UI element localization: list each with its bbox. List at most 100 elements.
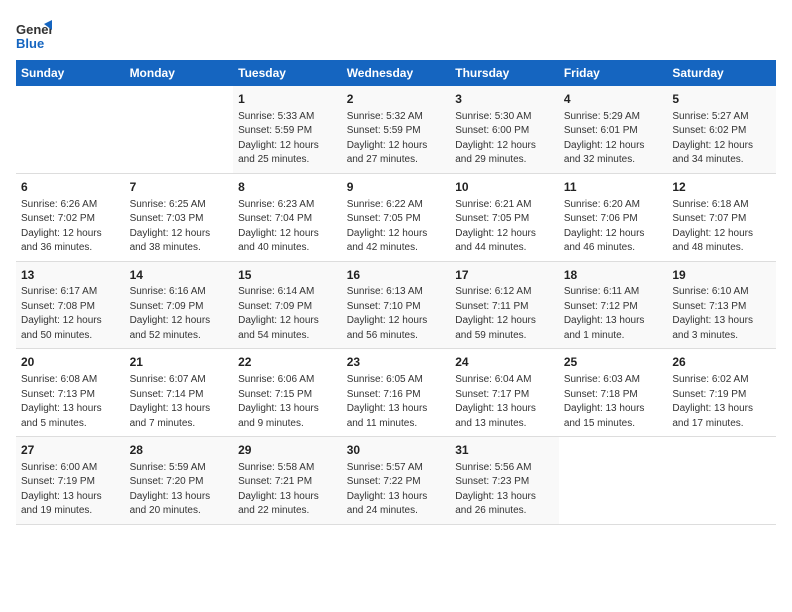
calendar-cell: 30 Sunrise: 5:57 AM Sunset: 7:22 PM Dayli…: [342, 437, 451, 525]
day-info: Sunrise: 6:16 AM Sunset: 7:09 PM Dayligh…: [130, 285, 229, 343]
calendar-cell: 27Sunrise: 6:00 AM Sunset: 7:19 PM Dayli…: [16, 437, 125, 525]
day-number: 2: [347, 91, 446, 108]
day-info: Sunrise: 6:04 AM Sunset: 7:17 PM Dayligh…: [455, 373, 554, 431]
day-number: 4: [564, 91, 663, 108]
day-info: Sunrise: 6:12 AM Sunset: 7:11 PM Dayligh…: [455, 285, 554, 343]
day-number: 1: [238, 91, 337, 108]
calendar-cell: 11Sunrise: 6:20 AM Sunset: 7:06 PM Dayli…: [559, 173, 668, 261]
day-number: 18: [564, 267, 663, 284]
calendar-cell: 10 Sunrise: 6:21 AM Sunset: 7:05 PM Dayli…: [450, 173, 559, 261]
day-info: Sunrise: 6:13 AM Sunset: 7:10 PM Dayligh…: [347, 285, 446, 343]
day-number: 15: [238, 267, 337, 284]
day-info: Sunrise: 6:06 AM Sunset: 7:15 PM Dayligh…: [238, 373, 337, 431]
day-number: 10: [455, 179, 554, 196]
day-info: Sunrise: 6:17 AM Sunset: 7:08 PM Dayligh…: [21, 285, 120, 343]
calendar-cell: 28 Sunrise: 5:59 AM Sunset: 7:20 PM Dayli…: [125, 437, 234, 525]
header-row: SundayMondayTuesdayWednesdayThursdayFrid…: [16, 60, 776, 86]
calendar-cell: 16Sunrise: 6:13 AM Sunset: 7:10 PM Dayli…: [342, 261, 451, 349]
day-info: Sunrise: 6:26 AM Sunset: 7:02 PM Dayligh…: [21, 198, 120, 256]
day-number: 28: [130, 442, 229, 459]
header-cell-wednesday: Wednesday: [342, 60, 451, 86]
calendar-week-3: 13Sunrise: 6:17 AM Sunset: 7:08 PM Dayli…: [16, 261, 776, 349]
calendar-cell: 23 Sunrise: 6:05 AM Sunset: 7:16 PM Dayli…: [342, 349, 451, 437]
logo: General Blue: [16, 16, 52, 52]
day-info: Sunrise: 6:11 AM Sunset: 7:12 PM Dayligh…: [564, 285, 663, 343]
calendar-cell: 6 Sunrise: 6:26 AM Sunset: 7:02 PM Daylig…: [16, 173, 125, 261]
calendar-cell: 18Sunrise: 6:11 AM Sunset: 7:12 PM Dayli…: [559, 261, 668, 349]
calendar-cell: 12Sunrise: 6:18 AM Sunset: 7:07 PM Dayli…: [667, 173, 776, 261]
day-number: 26: [672, 354, 771, 371]
day-number: 11: [564, 179, 663, 196]
calendar-cell: 26Sunrise: 6:02 AM Sunset: 7:19 PM Dayli…: [667, 349, 776, 437]
day-info: Sunrise: 5:30 AM Sunset: 6:00 PM Dayligh…: [455, 110, 554, 168]
header-cell-thursday: Thursday: [450, 60, 559, 86]
day-info: Sunrise: 5:59 AM Sunset: 7:20 PM Dayligh…: [130, 461, 229, 519]
day-info: Sunrise: 6:25 AM Sunset: 7:03 PM Dayligh…: [130, 198, 229, 256]
day-info: Sunrise: 5:33 AM Sunset: 5:59 PM Dayligh…: [238, 110, 337, 168]
calendar-cell: [16, 86, 125, 173]
calendar-cell: 14Sunrise: 6:16 AM Sunset: 7:09 PM Dayli…: [125, 261, 234, 349]
header-cell-saturday: Saturday: [667, 60, 776, 86]
day-number: 13: [21, 267, 120, 284]
header-cell-tuesday: Tuesday: [233, 60, 342, 86]
day-number: 22: [238, 354, 337, 371]
day-info: Sunrise: 6:10 AM Sunset: 7:13 PM Dayligh…: [672, 285, 771, 343]
calendar-cell: 29 Sunrise: 5:58 AM Sunset: 7:21 PM Dayli…: [233, 437, 342, 525]
day-info: Sunrise: 5:58 AM Sunset: 7:21 PM Dayligh…: [238, 461, 337, 519]
day-info: Sunrise: 5:32 AM Sunset: 5:59 PM Dayligh…: [347, 110, 446, 168]
calendar-cell: 7 Sunrise: 6:25 AM Sunset: 7:03 PM Daylig…: [125, 173, 234, 261]
calendar-cell: [667, 437, 776, 525]
day-info: Sunrise: 6:03 AM Sunset: 7:18 PM Dayligh…: [564, 373, 663, 431]
day-number: 6: [21, 179, 120, 196]
day-number: 16: [347, 267, 446, 284]
day-number: 21: [130, 354, 229, 371]
day-info: Sunrise: 6:22 AM Sunset: 7:05 PM Dayligh…: [347, 198, 446, 256]
calendar-body: 1 Sunrise: 5:33 AM Sunset: 5:59 PM Daylig…: [16, 86, 776, 524]
day-number: 23: [347, 354, 446, 371]
day-number: 7: [130, 179, 229, 196]
day-info: Sunrise: 6:14 AM Sunset: 7:09 PM Dayligh…: [238, 285, 337, 343]
calendar-week-2: 6 Sunrise: 6:26 AM Sunset: 7:02 PM Daylig…: [16, 173, 776, 261]
svg-text:Blue: Blue: [16, 36, 44, 51]
calendar-cell: 17Sunrise: 6:12 AM Sunset: 7:11 PM Dayli…: [450, 261, 559, 349]
day-number: 14: [130, 267, 229, 284]
day-number: 17: [455, 267, 554, 284]
day-number: 31: [455, 442, 554, 459]
day-number: 25: [564, 354, 663, 371]
day-info: Sunrise: 6:05 AM Sunset: 7:16 PM Dayligh…: [347, 373, 446, 431]
day-info: Sunrise: 5:27 AM Sunset: 6:02 PM Dayligh…: [672, 110, 771, 168]
calendar-cell: [125, 86, 234, 173]
calendar-cell: 31 Sunrise: 5:56 AM Sunset: 7:23 PM Dayli…: [450, 437, 559, 525]
day-number: 5: [672, 91, 771, 108]
day-info: Sunrise: 6:08 AM Sunset: 7:13 PM Dayligh…: [21, 373, 120, 431]
day-number: 27: [21, 442, 120, 459]
calendar-cell: 22 Sunrise: 6:06 AM Sunset: 7:15 PM Dayli…: [233, 349, 342, 437]
calendar-cell: 15Sunrise: 6:14 AM Sunset: 7:09 PM Dayli…: [233, 261, 342, 349]
header-cell-sunday: Sunday: [16, 60, 125, 86]
calendar-cell: 19Sunrise: 6:10 AM Sunset: 7:13 PM Dayli…: [667, 261, 776, 349]
day-number: 29: [238, 442, 337, 459]
calendar-week-5: 27Sunrise: 6:00 AM Sunset: 7:19 PM Dayli…: [16, 437, 776, 525]
day-number: 8: [238, 179, 337, 196]
day-info: Sunrise: 6:21 AM Sunset: 7:05 PM Dayligh…: [455, 198, 554, 256]
day-info: Sunrise: 5:57 AM Sunset: 7:22 PM Dayligh…: [347, 461, 446, 519]
calendar-cell: 8Sunrise: 6:23 AM Sunset: 7:04 PM Daylig…: [233, 173, 342, 261]
calendar-cell: 5 Sunrise: 5:27 AM Sunset: 6:02 PM Daylig…: [667, 86, 776, 173]
calendar-cell: 1 Sunrise: 5:33 AM Sunset: 5:59 PM Daylig…: [233, 86, 342, 173]
day-number: 30: [347, 442, 446, 459]
day-info: Sunrise: 5:56 AM Sunset: 7:23 PM Dayligh…: [455, 461, 554, 519]
calendar-cell: 13Sunrise: 6:17 AM Sunset: 7:08 PM Dayli…: [16, 261, 125, 349]
calendar-cell: 25 Sunrise: 6:03 AM Sunset: 7:18 PM Dayli…: [559, 349, 668, 437]
header-cell-monday: Monday: [125, 60, 234, 86]
calendar-cell: 21Sunrise: 6:07 AM Sunset: 7:14 PM Dayli…: [125, 349, 234, 437]
logo-icon: General Blue: [16, 16, 52, 52]
calendar-cell: 4 Sunrise: 5:29 AM Sunset: 6:01 PM Daylig…: [559, 86, 668, 173]
calendar-header: SundayMondayTuesdayWednesdayThursdayFrid…: [16, 60, 776, 86]
day-number: 20: [21, 354, 120, 371]
page-header: General Blue: [16, 16, 776, 52]
calendar-week-4: 20 Sunrise: 6:08 AM Sunset: 7:13 PM Dayli…: [16, 349, 776, 437]
day-number: 3: [455, 91, 554, 108]
day-number: 19: [672, 267, 771, 284]
calendar-cell: 3 Sunrise: 5:30 AM Sunset: 6:00 PM Daylig…: [450, 86, 559, 173]
day-info: Sunrise: 5:29 AM Sunset: 6:01 PM Dayligh…: [564, 110, 663, 168]
